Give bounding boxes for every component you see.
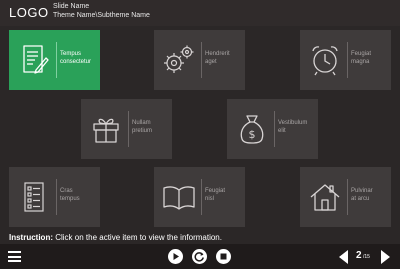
stop-icon bbox=[220, 253, 227, 260]
prev-page-icon[interactable] bbox=[339, 250, 348, 264]
tile-divider bbox=[201, 42, 202, 78]
tile-vestibulum-elit[interactable]: $ Vestibulum elit bbox=[227, 99, 318, 159]
tile-label: Pulvinar at arcu bbox=[351, 188, 373, 202]
tile-hendrerit-aget[interactable]: Hendrerit aget bbox=[154, 30, 245, 90]
footer-bar: 2 /15 bbox=[0, 244, 400, 269]
menu-icon[interactable] bbox=[8, 251, 21, 262]
page-current: 2 bbox=[356, 250, 362, 261]
replay-button[interactable] bbox=[192, 249, 207, 264]
tile-label: Vestibulum elit bbox=[278, 120, 308, 134]
tile-divider bbox=[201, 179, 202, 215]
instruction-body: Click on the active item to view the inf… bbox=[53, 233, 222, 242]
tile-label: Tempus consectetur bbox=[60, 51, 92, 65]
stop-button[interactable] bbox=[216, 249, 231, 264]
tile-divider bbox=[347, 179, 348, 215]
money-bag-icon: $ bbox=[240, 115, 264, 144]
tile-feugiat-magna[interactable]: Feugiat magna bbox=[300, 30, 391, 90]
tile-pulvinar-at-arcu[interactable]: Pulvinar at arcu bbox=[300, 167, 391, 227]
tile-tempus-consectetur[interactable]: Tempus consectetur bbox=[9, 30, 100, 90]
tile-divider bbox=[347, 42, 348, 78]
alarm-clock-icon bbox=[312, 46, 338, 76]
play-button[interactable] bbox=[168, 249, 183, 264]
house-icon bbox=[310, 184, 340, 211]
tile-cras-tempus[interactable]: Cras tempus bbox=[9, 167, 100, 227]
tile-divider bbox=[128, 111, 129, 147]
checklist-icon bbox=[24, 182, 44, 212]
slide-theme: Theme Name\Subtheme Name bbox=[53, 12, 150, 19]
header-bar: LOGO Slide Name Theme Name\Subtheme Name bbox=[0, 0, 400, 26]
replay-icon bbox=[194, 252, 204, 262]
tile-label: Feugiat magna bbox=[351, 51, 372, 65]
gift-icon bbox=[93, 118, 119, 143]
tile-divider bbox=[274, 111, 275, 147]
document-pen-icon bbox=[23, 45, 49, 74]
open-book-icon bbox=[163, 186, 195, 210]
next-page-icon[interactable] bbox=[381, 250, 390, 264]
tile-label: Hendrerit aget bbox=[205, 51, 230, 65]
play-icon bbox=[173, 253, 179, 260]
tile-label: Cras tempus bbox=[60, 188, 80, 202]
tile-divider bbox=[56, 179, 57, 215]
tile-feugiat-nisl[interactable]: Feugiat nisl bbox=[154, 167, 245, 227]
logo: LOGO bbox=[9, 5, 49, 20]
instruction-prefix: Instruction: bbox=[9, 233, 53, 242]
tile-label: Feugiat nisl bbox=[205, 188, 226, 202]
tile-nullam-pretium[interactable]: Nullam pretium bbox=[81, 99, 172, 159]
gears-icon bbox=[164, 45, 194, 73]
page-total: /15 bbox=[363, 254, 370, 260]
instruction-text: Instruction: Click on the active item to… bbox=[9, 233, 222, 242]
tile-label: Nullam pretium bbox=[132, 120, 153, 134]
svg-text:$: $ bbox=[249, 128, 256, 141]
slide-name: Slide Name bbox=[53, 3, 90, 10]
tile-divider bbox=[56, 42, 57, 78]
